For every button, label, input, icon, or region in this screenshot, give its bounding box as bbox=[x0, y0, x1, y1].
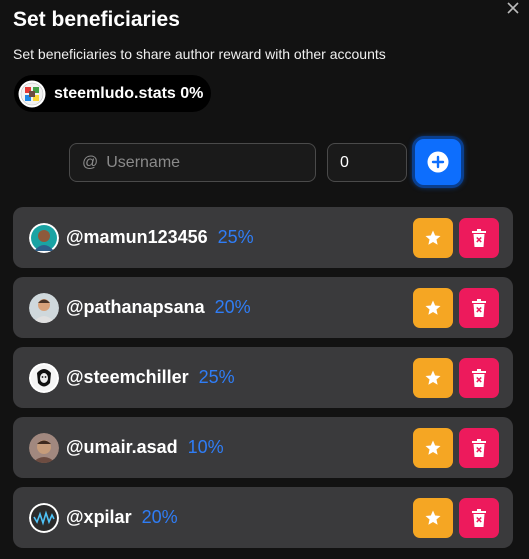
owner-label: steemludo.stats 0% bbox=[54, 84, 204, 102]
beneficiary-percent: 25% bbox=[198, 367, 235, 387]
star-icon bbox=[425, 510, 441, 525]
avatar bbox=[29, 292, 59, 323]
star-icon bbox=[425, 370, 441, 385]
delete-button[interactable] bbox=[459, 358, 499, 398]
beneficiary-username: @steemchiller bbox=[66, 367, 189, 387]
delete-button[interactable] bbox=[459, 218, 499, 258]
star-button[interactable] bbox=[413, 358, 453, 398]
star-button[interactable] bbox=[413, 498, 453, 538]
dialog-title: Set beneficiaries bbox=[13, 8, 180, 31]
avatar bbox=[18, 80, 46, 107]
add-beneficiary-button[interactable] bbox=[415, 139, 461, 185]
list-item: @mamun123456 25% bbox=[13, 207, 513, 268]
plus-circle-icon bbox=[427, 151, 449, 173]
trash-x-icon bbox=[472, 229, 486, 247]
list-item: @xpilar 20% bbox=[13, 487, 513, 548]
close-button[interactable] bbox=[505, 0, 521, 16]
star-button[interactable] bbox=[413, 428, 453, 468]
star-button[interactable] bbox=[413, 218, 453, 258]
beneficiary-list: @mamun123456 25% @pathanapsana 20% @stee… bbox=[13, 207, 513, 557]
trash-x-icon bbox=[472, 509, 486, 527]
list-item: @steemchiller 25% bbox=[13, 347, 513, 408]
beneficiary-percent: 20% bbox=[141, 507, 178, 527]
beneficiary-username: @umair.asad bbox=[66, 437, 178, 457]
trash-x-icon bbox=[472, 299, 486, 317]
trash-x-icon bbox=[472, 369, 486, 387]
delete-button[interactable] bbox=[459, 428, 499, 468]
username-input[interactable] bbox=[106, 153, 287, 172]
star-icon bbox=[425, 230, 441, 245]
delete-button[interactable] bbox=[459, 498, 499, 538]
beneficiary-username: @pathanapsana bbox=[66, 297, 205, 317]
list-item: @umair.asad 10% bbox=[13, 417, 513, 478]
trash-x-icon bbox=[472, 439, 486, 457]
avatar bbox=[29, 362, 59, 393]
list-item: @pathanapsana 20% bbox=[13, 277, 513, 338]
close-icon bbox=[507, 2, 519, 14]
avatar bbox=[29, 222, 59, 253]
beneficiary-percent: 10% bbox=[187, 437, 224, 457]
avatar bbox=[29, 502, 59, 533]
delete-button[interactable] bbox=[459, 288, 499, 328]
beneficiary-username: @xpilar bbox=[66, 507, 132, 527]
at-symbol: @ bbox=[82, 153, 99, 171]
beneficiary-username: @mamun123456 bbox=[66, 227, 208, 247]
dialog-subtitle: Set beneficiaries to share author reward… bbox=[13, 46, 386, 62]
avatar bbox=[29, 432, 59, 463]
beneficiary-percent: 20% bbox=[214, 297, 251, 317]
owner-chip: steemludo.stats 0% bbox=[14, 75, 212, 112]
star-icon bbox=[425, 440, 441, 455]
beneficiary-percent: 25% bbox=[217, 227, 254, 247]
username-field[interactable]: @ bbox=[69, 143, 316, 182]
weight-input[interactable] bbox=[340, 153, 400, 172]
star-button[interactable] bbox=[413, 288, 453, 328]
star-icon bbox=[425, 300, 441, 315]
weight-field[interactable] bbox=[327, 143, 407, 182]
